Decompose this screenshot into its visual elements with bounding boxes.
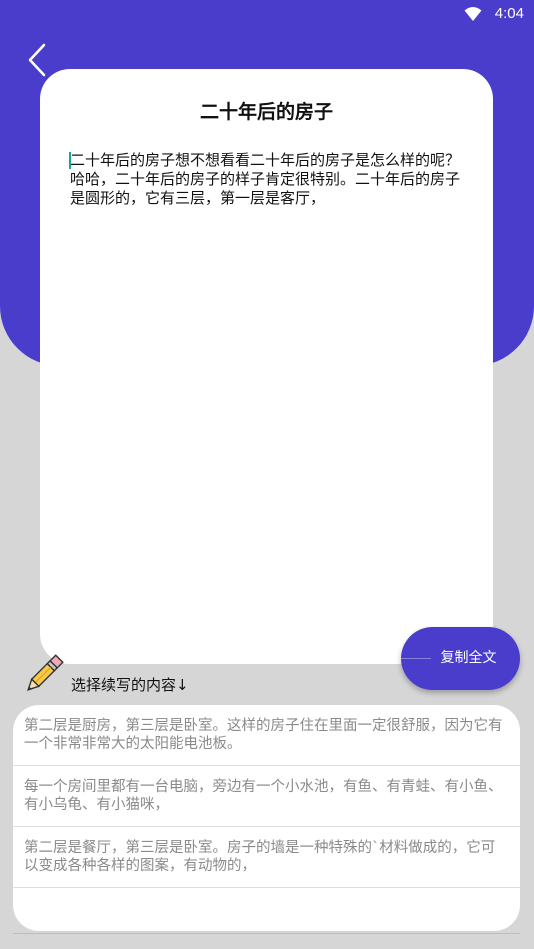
essay-card: 二十年后的房子 二十年后的房子想不想看看二十年后的房子是怎么样的呢？哈哈，二十年… [40,69,493,664]
continuation-header: 选择续写的内容↓ [22,654,382,698]
essay-text-area[interactable]: 二十年后的房子想不想看看二十年后的房子是怎么样的呢？哈哈，二十年后的房子的样子肯… [69,151,464,208]
chevron-left-icon[interactable] [24,42,52,78]
text-caret [69,152,71,169]
copy-all-button[interactable]: 复制全文 [401,627,520,690]
button-divider [401,658,431,659]
essay-text: 二十年后的房子想不想看看二十年后的房子是怎么样的呢？哈哈，二十年后的房子的样子肯… [70,151,461,207]
continuation-label: 选择续写的内容↓ [71,676,189,694]
status-bar: 4:04 [0,0,534,30]
copy-all-label: 复制全文 [440,650,497,666]
continuation-option-1[interactable]: 第二层是厨房，第三层是卧室。这样的房子住在里面一定很舒服，因为它有一个非常非常大… [13,705,520,766]
continuation-option-3[interactable]: 第二层是餐厅，第三层是卧室。房子的墙是一种特殊的`材料做成的，它可以变成各种各样… [13,827,520,888]
pencil-icon [27,654,64,691]
bottom-divider [13,933,520,934]
wifi-icon [464,7,482,21]
continuation-option-2[interactable]: 每一个房间里都有一台电脑，旁边有一个小水池，有鱼、有青蛙、有小鱼、有小乌龟、有小… [13,766,520,827]
continuation-options: 第二层是厨房，第三层是卧室。这样的房子住在里面一定很舒服，因为它有一个非常非常大… [13,705,520,931]
status-time: 4:04 [494,5,524,22]
essay-title: 二十年后的房子 [199,101,333,123]
